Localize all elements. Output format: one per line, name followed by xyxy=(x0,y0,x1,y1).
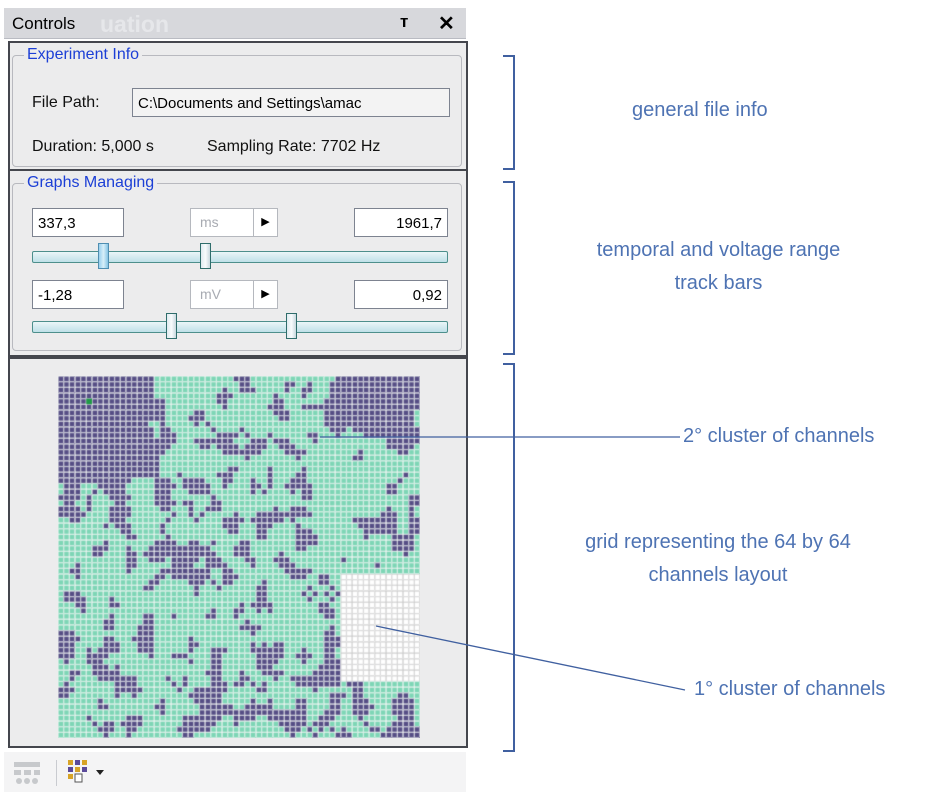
annotation-leader-lines xyxy=(320,436,686,691)
cluster1-annotation: 1° cluster of channels xyxy=(694,678,886,700)
grid-annotation-line1: grid representing the 64 by 64 xyxy=(585,531,851,553)
cluster2-annotation: 2° cluster of channels xyxy=(683,425,875,447)
trackbars-annotation-line2: track bars xyxy=(674,272,763,294)
grid-annotation-line2: channels layout xyxy=(648,564,788,586)
trackbars-annotation-line1: temporal and voltage range xyxy=(596,239,841,261)
cluster1-leader-line xyxy=(375,625,686,691)
general-info-annotation: general file info xyxy=(632,99,768,121)
